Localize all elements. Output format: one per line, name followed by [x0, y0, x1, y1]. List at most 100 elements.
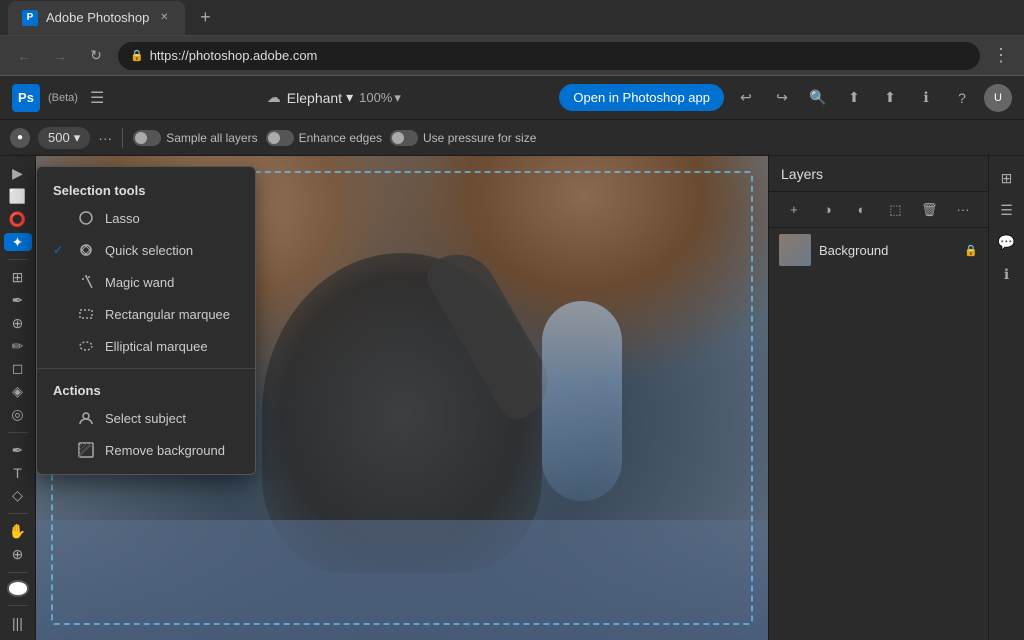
undo-button[interactable]: ↩	[732, 84, 760, 112]
menu-item-magic-wand[interactable]: Magic wand	[37, 266, 255, 298]
app-container: Ps (Beta) ☰ ☁ Elephant ▾ 100% ▾ Open in …	[0, 76, 1024, 640]
tool-separator-4	[8, 572, 28, 573]
enhance-edges-label: Enhance edges	[299, 131, 382, 145]
gradient-tool[interactable]: ◈	[4, 382, 32, 401]
foreground-color[interactable]	[7, 580, 29, 596]
tool-separator-5	[8, 605, 28, 606]
quick-selection-icon	[77, 241, 95, 259]
panel-title: Layers	[781, 166, 823, 182]
brush-size-control[interactable]: 500 ▾	[38, 127, 90, 149]
cloud-icon: ☁	[267, 89, 281, 106]
enhance-edges-toggle[interactable]	[266, 130, 294, 146]
heal-tool[interactable]: ⊕	[4, 314, 32, 333]
magic-wand-tool[interactable]: ✦	[4, 233, 32, 252]
browser-chrome: P Adobe Photoshop ✕ +	[0, 0, 1024, 36]
rect-marquee-icon	[77, 305, 95, 323]
magic-wand-icon	[77, 273, 95, 291]
effects-button[interactable]: ⬚	[883, 198, 907, 222]
toolbar-bar: ● 500 ▾ ··· Sample all layers Enhance ed…	[0, 120, 1024, 156]
header-center: ☁ Elephant ▾ 100% ▾	[116, 89, 551, 106]
search-button[interactable]: 🔍	[804, 84, 832, 112]
refresh-button[interactable]: ↻	[82, 42, 110, 70]
open-in-photoshop-button[interactable]: Open in Photoshop app	[559, 84, 724, 111]
shape-tool[interactable]: ◇	[4, 487, 32, 506]
sample-all-layers-label: Sample all layers	[166, 131, 257, 145]
quick-selection-check: ✓	[53, 243, 67, 257]
share-button[interactable]: ⬆	[876, 84, 904, 112]
hand-tool[interactable]: ✋	[4, 522, 32, 541]
rect-marquee-label: Rectangular marquee	[105, 307, 230, 322]
tool-toggle[interactable]: ●	[10, 128, 30, 148]
toolbar-separator	[122, 128, 123, 148]
delete-layer-button[interactable]: 🗑	[917, 198, 941, 222]
sample-all-layers-option[interactable]: Sample all layers	[133, 130, 257, 146]
adjustment-button[interactable]: ◐	[850, 198, 874, 222]
info-button[interactable]: ℹ	[912, 84, 940, 112]
main-area: ▶ ⬜ ⭕ ✦ ⊞ ✒ ⊕ ✏ ◻ ◈ ◎ ✒ T ◇ ✋ ⊕ |||	[0, 156, 1024, 640]
right-side-panel: ⊞ ☰ 💬 ℹ	[988, 156, 1024, 640]
toolbar-more-button[interactable]: ···	[98, 130, 112, 146]
layer-item-background[interactable]: Background 🔒	[769, 228, 988, 272]
lasso-tool[interactable]: ⭕	[4, 210, 32, 229]
select-subject-icon	[77, 409, 95, 427]
pressure-toggle[interactable]	[390, 130, 418, 146]
remove-background-label: Remove background	[105, 443, 225, 458]
marquee-tool[interactable]: ⬜	[4, 187, 32, 206]
address-bar[interactable]: 🔒 https://photoshop.adobe.com	[118, 42, 980, 70]
help-button[interactable]: ?	[948, 84, 976, 112]
beta-label: (Beta)	[48, 92, 78, 104]
type-tool[interactable]: T	[4, 464, 32, 483]
forward-button[interactable]: →	[46, 42, 74, 70]
menu-item-remove-background[interactable]: Remove background	[37, 434, 255, 466]
brush-tool[interactable]: ✏	[4, 337, 32, 356]
enhance-edges-option[interactable]: Enhance edges	[266, 130, 382, 146]
redo-button[interactable]: ↪	[768, 84, 796, 112]
zoom-level[interactable]: 100% ▾	[359, 90, 401, 106]
browser-more-button[interactable]: ⋮	[988, 41, 1014, 70]
pen-tool[interactable]: ✒	[4, 441, 32, 460]
tab-favicon: P	[22, 10, 38, 26]
remove-bg-icon	[77, 441, 95, 459]
layers-panel-button[interactable]: ⊞	[993, 164, 1021, 192]
back-button[interactable]: ←	[10, 42, 38, 70]
upload-button[interactable]: ⬆	[840, 84, 868, 112]
eyedropper-tool[interactable]: ✒	[4, 291, 32, 310]
pressure-label: Use pressure for size	[423, 131, 536, 145]
address-text: https://photoshop.adobe.com	[150, 48, 318, 63]
mask-button[interactable]: ◑	[816, 198, 840, 222]
menu-item-quick-selection[interactable]: ✓ Quick selection	[37, 234, 255, 266]
menu-item-select-subject[interactable]: Select subject	[37, 402, 255, 434]
tab-title: Adobe Photoshop	[46, 10, 149, 25]
layers-more-button[interactable]: ···	[951, 198, 975, 222]
pressure-option[interactable]: Use pressure for size	[390, 130, 536, 146]
tool-separator-1	[8, 259, 28, 260]
blur-tool[interactable]: ◎	[4, 405, 32, 424]
file-name[interactable]: Elephant ▾	[287, 89, 353, 106]
hamburger-menu[interactable]: ☰	[86, 84, 108, 112]
new-tab-button[interactable]: +	[193, 6, 217, 30]
tool-separator-2	[8, 432, 28, 433]
zoom-tool[interactable]: ⊕	[4, 545, 32, 564]
info-panel-button[interactable]: ℹ	[993, 260, 1021, 288]
move-tool[interactable]: ▶	[4, 164, 32, 183]
menu-item-lasso[interactable]: Lasso	[37, 202, 255, 234]
sample-all-layers-toggle[interactable]	[133, 130, 161, 146]
adjustments-panel-button[interactable]: ☰	[993, 196, 1021, 224]
eraser-tool[interactable]: ◻	[4, 360, 32, 379]
browser-tab[interactable]: P Adobe Photoshop ✕	[8, 1, 185, 35]
close-tab-btn[interactable]: ✕	[157, 11, 171, 25]
lasso-label: Lasso	[105, 211, 140, 226]
crop-tool[interactable]: ⊞	[4, 268, 32, 287]
menu-item-elliptical-marquee[interactable]: Elliptical marquee	[37, 330, 255, 362]
app-header: Ps (Beta) ☰ ☁ Elephant ▾ 100% ▾ Open in …	[0, 76, 1024, 120]
lasso-icon	[77, 209, 95, 227]
add-layer-button[interactable]: +	[782, 198, 806, 222]
lock-icon: 🔒	[964, 244, 978, 257]
comments-panel-button[interactable]: 💬	[993, 228, 1021, 256]
menu-item-rectangular-marquee[interactable]: Rectangular marquee	[37, 298, 255, 330]
avatar[interactable]: U	[984, 84, 1012, 112]
adjustments-tool[interactable]: |||	[4, 613, 32, 632]
actions-title: Actions	[37, 375, 255, 402]
tool-separator-3	[8, 513, 28, 514]
header-actions: Open in Photoshop app ↩ ↪ 🔍 ⬆ ⬆ ℹ ? U	[559, 84, 1012, 112]
